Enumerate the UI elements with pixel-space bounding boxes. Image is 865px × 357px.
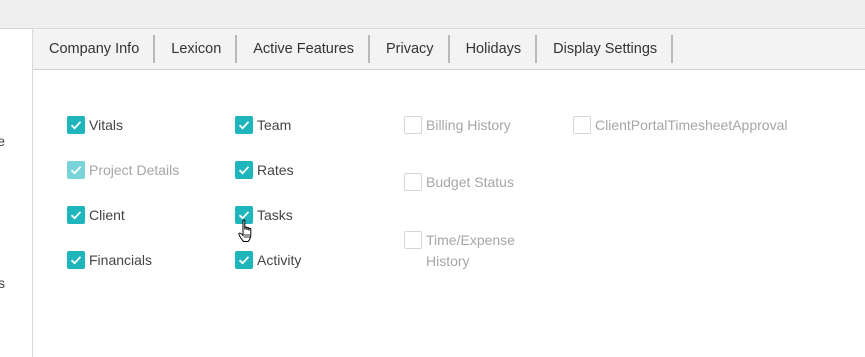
tasks-label: Tasks xyxy=(257,207,293,223)
left-panel-text-fragment: s xyxy=(0,275,5,291)
budget-status-checkbox: Budget Status xyxy=(404,172,514,193)
check-icon xyxy=(70,166,82,175)
tab-holidays[interactable]: Holidays xyxy=(450,29,538,69)
rates-label: Rates xyxy=(257,162,294,178)
client-portal-timesheet-approval-checkbox: ClientPortalTimesheetApproval xyxy=(573,115,787,136)
checkbox-box xyxy=(235,206,253,224)
tasks-checkbox[interactable]: Tasks xyxy=(235,205,293,226)
check-icon xyxy=(70,121,82,130)
left-panel-text-fragment: e xyxy=(0,133,5,149)
top-bar xyxy=(0,0,865,29)
activity-checkbox[interactable]: Activity xyxy=(235,250,301,271)
financials-checkbox[interactable]: Financials xyxy=(67,250,152,271)
tab-company-info[interactable]: Company Info xyxy=(33,29,156,69)
settings-tab-bar: Company Info Lexicon Active Features Pri… xyxy=(33,29,865,70)
vitals-checkbox[interactable]: Vitals xyxy=(67,115,123,136)
tab-active-features[interactable]: Active Features xyxy=(237,29,370,69)
checkbox-box xyxy=(235,251,253,269)
checkbox-box xyxy=(235,116,253,134)
check-icon xyxy=(238,256,250,265)
vitals-label: Vitals xyxy=(89,117,123,133)
checkbox-box xyxy=(404,231,422,249)
active-features-panel: Vitals Project Details Client Financials… xyxy=(33,70,865,357)
team-label: Team xyxy=(257,117,292,133)
time-expense-history-label: Time/Expense History xyxy=(426,230,515,272)
check-icon xyxy=(238,166,250,175)
checkbox-box xyxy=(404,173,422,191)
time-expense-history-checkbox: Time/Expense History xyxy=(404,230,515,272)
billing-history-label: Billing History xyxy=(426,117,511,133)
client-portal-timesheet-approval-label: ClientPortalTimesheetApproval xyxy=(595,117,788,133)
tab-privacy[interactable]: Privacy xyxy=(370,29,450,69)
financials-label: Financials xyxy=(89,252,153,268)
check-icon xyxy=(238,121,250,130)
checkbox-box xyxy=(573,116,591,134)
checkbox-box xyxy=(404,116,422,134)
check-icon xyxy=(70,211,82,220)
project-details-checkbox: Project Details xyxy=(67,160,179,181)
checkbox-box xyxy=(67,116,85,134)
checkbox-box xyxy=(235,161,253,179)
tab-display-settings[interactable]: Display Settings xyxy=(537,29,674,69)
checkbox-box xyxy=(67,206,85,224)
client-label: Client xyxy=(89,207,125,223)
activity-label: Activity xyxy=(257,252,302,268)
team-checkbox[interactable]: Team xyxy=(235,115,291,136)
tab-lexicon[interactable]: Lexicon xyxy=(155,29,238,69)
check-icon xyxy=(70,256,82,265)
project-details-label: Project Details xyxy=(89,162,180,178)
checkbox-box xyxy=(67,161,85,179)
time-expense-history-label-line1: Time/Expense xyxy=(426,232,515,248)
left-panel: e s xyxy=(0,29,33,357)
checkbox-box xyxy=(67,251,85,269)
check-icon xyxy=(238,211,250,220)
rates-checkbox[interactable]: Rates xyxy=(235,160,294,181)
budget-status-label: Budget Status xyxy=(426,174,514,190)
time-expense-history-label-line2: History xyxy=(426,253,470,269)
billing-history-checkbox: Billing History xyxy=(404,115,511,136)
client-checkbox[interactable]: Client xyxy=(67,205,125,226)
